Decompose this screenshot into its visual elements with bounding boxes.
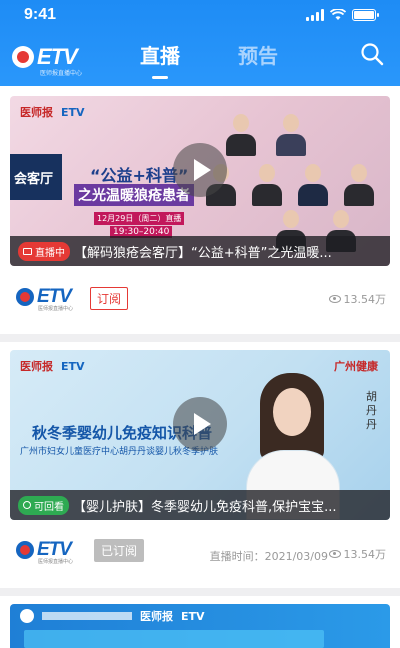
hospital-logo-icon [20, 609, 34, 623]
next-card: 医师报 ETV [0, 596, 400, 648]
video-thumbnail[interactable]: 医师报 ETV 广州健康 秋冬季婴幼儿免疫知识科普 广州市妇女儿童医疗中心胡丹丹… [10, 350, 390, 520]
battery-icon [352, 9, 379, 21]
view-count: 13.54万 [328, 546, 386, 562]
channel-logo-mark-icon [16, 288, 34, 306]
video-title[interactable]: 【解码狼疮会客厅】“公益+科普”之光温暖... [74, 242, 382, 261]
poster-date: 12月29日（周二）直播 [94, 212, 185, 225]
signal-icon [306, 9, 324, 21]
channel-logo: ETV 医师报直播中心 [16, 539, 73, 565]
channel-logo: ETV 医师报直播中心 [16, 286, 73, 312]
etv-logo: ETV 医师报直播中心 [12, 44, 82, 77]
replay-icon [23, 501, 31, 509]
eye-icon [328, 550, 341, 558]
poster-title-line2: 之光温暖狼疮患者 [74, 184, 194, 206]
channel-logo-tag: 医师报直播中心 [38, 306, 74, 312]
video-thumbnail[interactable]: 医师报 ETV [10, 604, 390, 648]
logo-tagline: 医师报直播中心 [40, 70, 83, 77]
card-meta-row: ETV 医师报直播中心 已订阅 直播时间：2021/03/09 13.54万 [0, 537, 400, 567]
hospital-name-bar [42, 612, 132, 620]
video-caption-bar: 直播中 【解码狼疮会客厅】“公益+科普”之光温暖... [10, 236, 390, 266]
status-bar: 9:41 [24, 6, 379, 26]
logo-mark-icon [12, 46, 34, 68]
logo-word: ETV [37, 44, 78, 69]
card-meta-row: ETV 医师报直播中心 订阅 13.54万 [0, 284, 400, 314]
tab-live[interactable]: 直播 [140, 40, 180, 79]
play-icon[interactable] [173, 143, 227, 197]
poster-title-strip [24, 630, 324, 648]
play-icon[interactable] [173, 397, 227, 451]
replay-status-badge: 可回看 [18, 495, 69, 515]
camera-icon [23, 247, 32, 255]
wifi-icon [330, 9, 346, 20]
app-header: 9:41 ETV 医师报直播中心 直播 预告 [0, 0, 400, 86]
poster-brands: 医师报 ETV [20, 608, 205, 624]
video-title[interactable]: 【婴儿护肤】冬季婴幼儿免疫科普,保护宝宝... [73, 496, 382, 515]
poster-side-panel: 会客厅 [10, 154, 62, 200]
status-time: 9:41 [24, 6, 57, 23]
eye-icon [328, 295, 341, 303]
channel-logo-mark-icon [16, 541, 34, 559]
video-caption-bar: 可回看 【婴儿护肤】冬季婴幼儿免疫科普,保护宝宝... [10, 490, 390, 520]
live-status-badge: 直播中 [18, 241, 70, 261]
header-tabs: 直播 预告 [140, 40, 278, 79]
poster-brand-left: 医师报 [140, 610, 173, 623]
live-card: 医师报 ETV 会客厅 “公益+科普” 之光温暖狼疮患者 12月29日（周二）直… [0, 86, 400, 334]
poster-side-text: 会客厅 [14, 172, 54, 187]
poster-brand-mid: ETV [61, 105, 85, 119]
search-icon[interactable] [360, 42, 384, 66]
subscribed-button[interactable]: 已订阅 [94, 539, 145, 562]
poster-brands: 医师报 ETV [20, 358, 85, 374]
poster-brand-left: 医师报 [20, 360, 53, 373]
view-count: 13.54万 [328, 291, 386, 307]
poster-brands: 医师报 ETV [20, 104, 85, 120]
poster-side-text: 胡丹丹 [366, 390, 377, 431]
poster-brand-mid: ETV [61, 359, 85, 373]
poster-brand-left: 医师报 [20, 106, 53, 119]
poster-brand-mid: ETV [181, 609, 205, 623]
air-time: 直播时间：2021/03/09 [209, 550, 328, 563]
tab-preview[interactable]: 预告 [238, 40, 278, 69]
subscribe-button[interactable]: 订阅 [90, 287, 129, 310]
channel-logo-tag: 医师报直播中心 [38, 559, 74, 565]
status-icons [306, 9, 379, 21]
replay-card: 医师报 ETV 广州健康 秋冬季婴幼儿免疫知识科普 广州市妇女儿童医疗中心胡丹丹… [0, 342, 400, 588]
video-thumbnail[interactable]: 医师报 ETV 会客厅 “公益+科普” 之光温暖狼疮患者 12月29日（周二）直… [10, 96, 390, 266]
